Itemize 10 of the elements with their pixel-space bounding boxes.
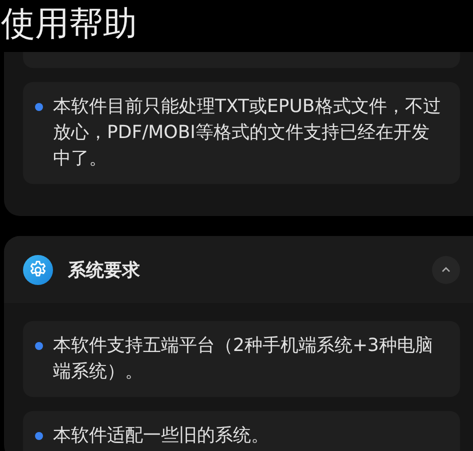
settings-icon bbox=[23, 254, 53, 284]
item-text: 本软件支持五端平台（2种手机端系统+3种电脑端系统）。 bbox=[53, 334, 434, 384]
page-title: 使用帮助 bbox=[1, 4, 137, 44]
section-title: 系统要求 bbox=[68, 258, 141, 282]
item-text: 本软件目前只能处理TXT或EPUB格式文件，不过放心，PDF/MOBI等格式的文件支持已经在开发中了。 bbox=[53, 95, 442, 171]
bullet-icon bbox=[35, 103, 43, 111]
bullet-icon bbox=[35, 342, 43, 350]
collapse-button[interactable] bbox=[432, 256, 460, 284]
bullet-icon bbox=[35, 432, 43, 440]
item-text: 本软件适配一些旧的系统。 bbox=[53, 424, 269, 448]
